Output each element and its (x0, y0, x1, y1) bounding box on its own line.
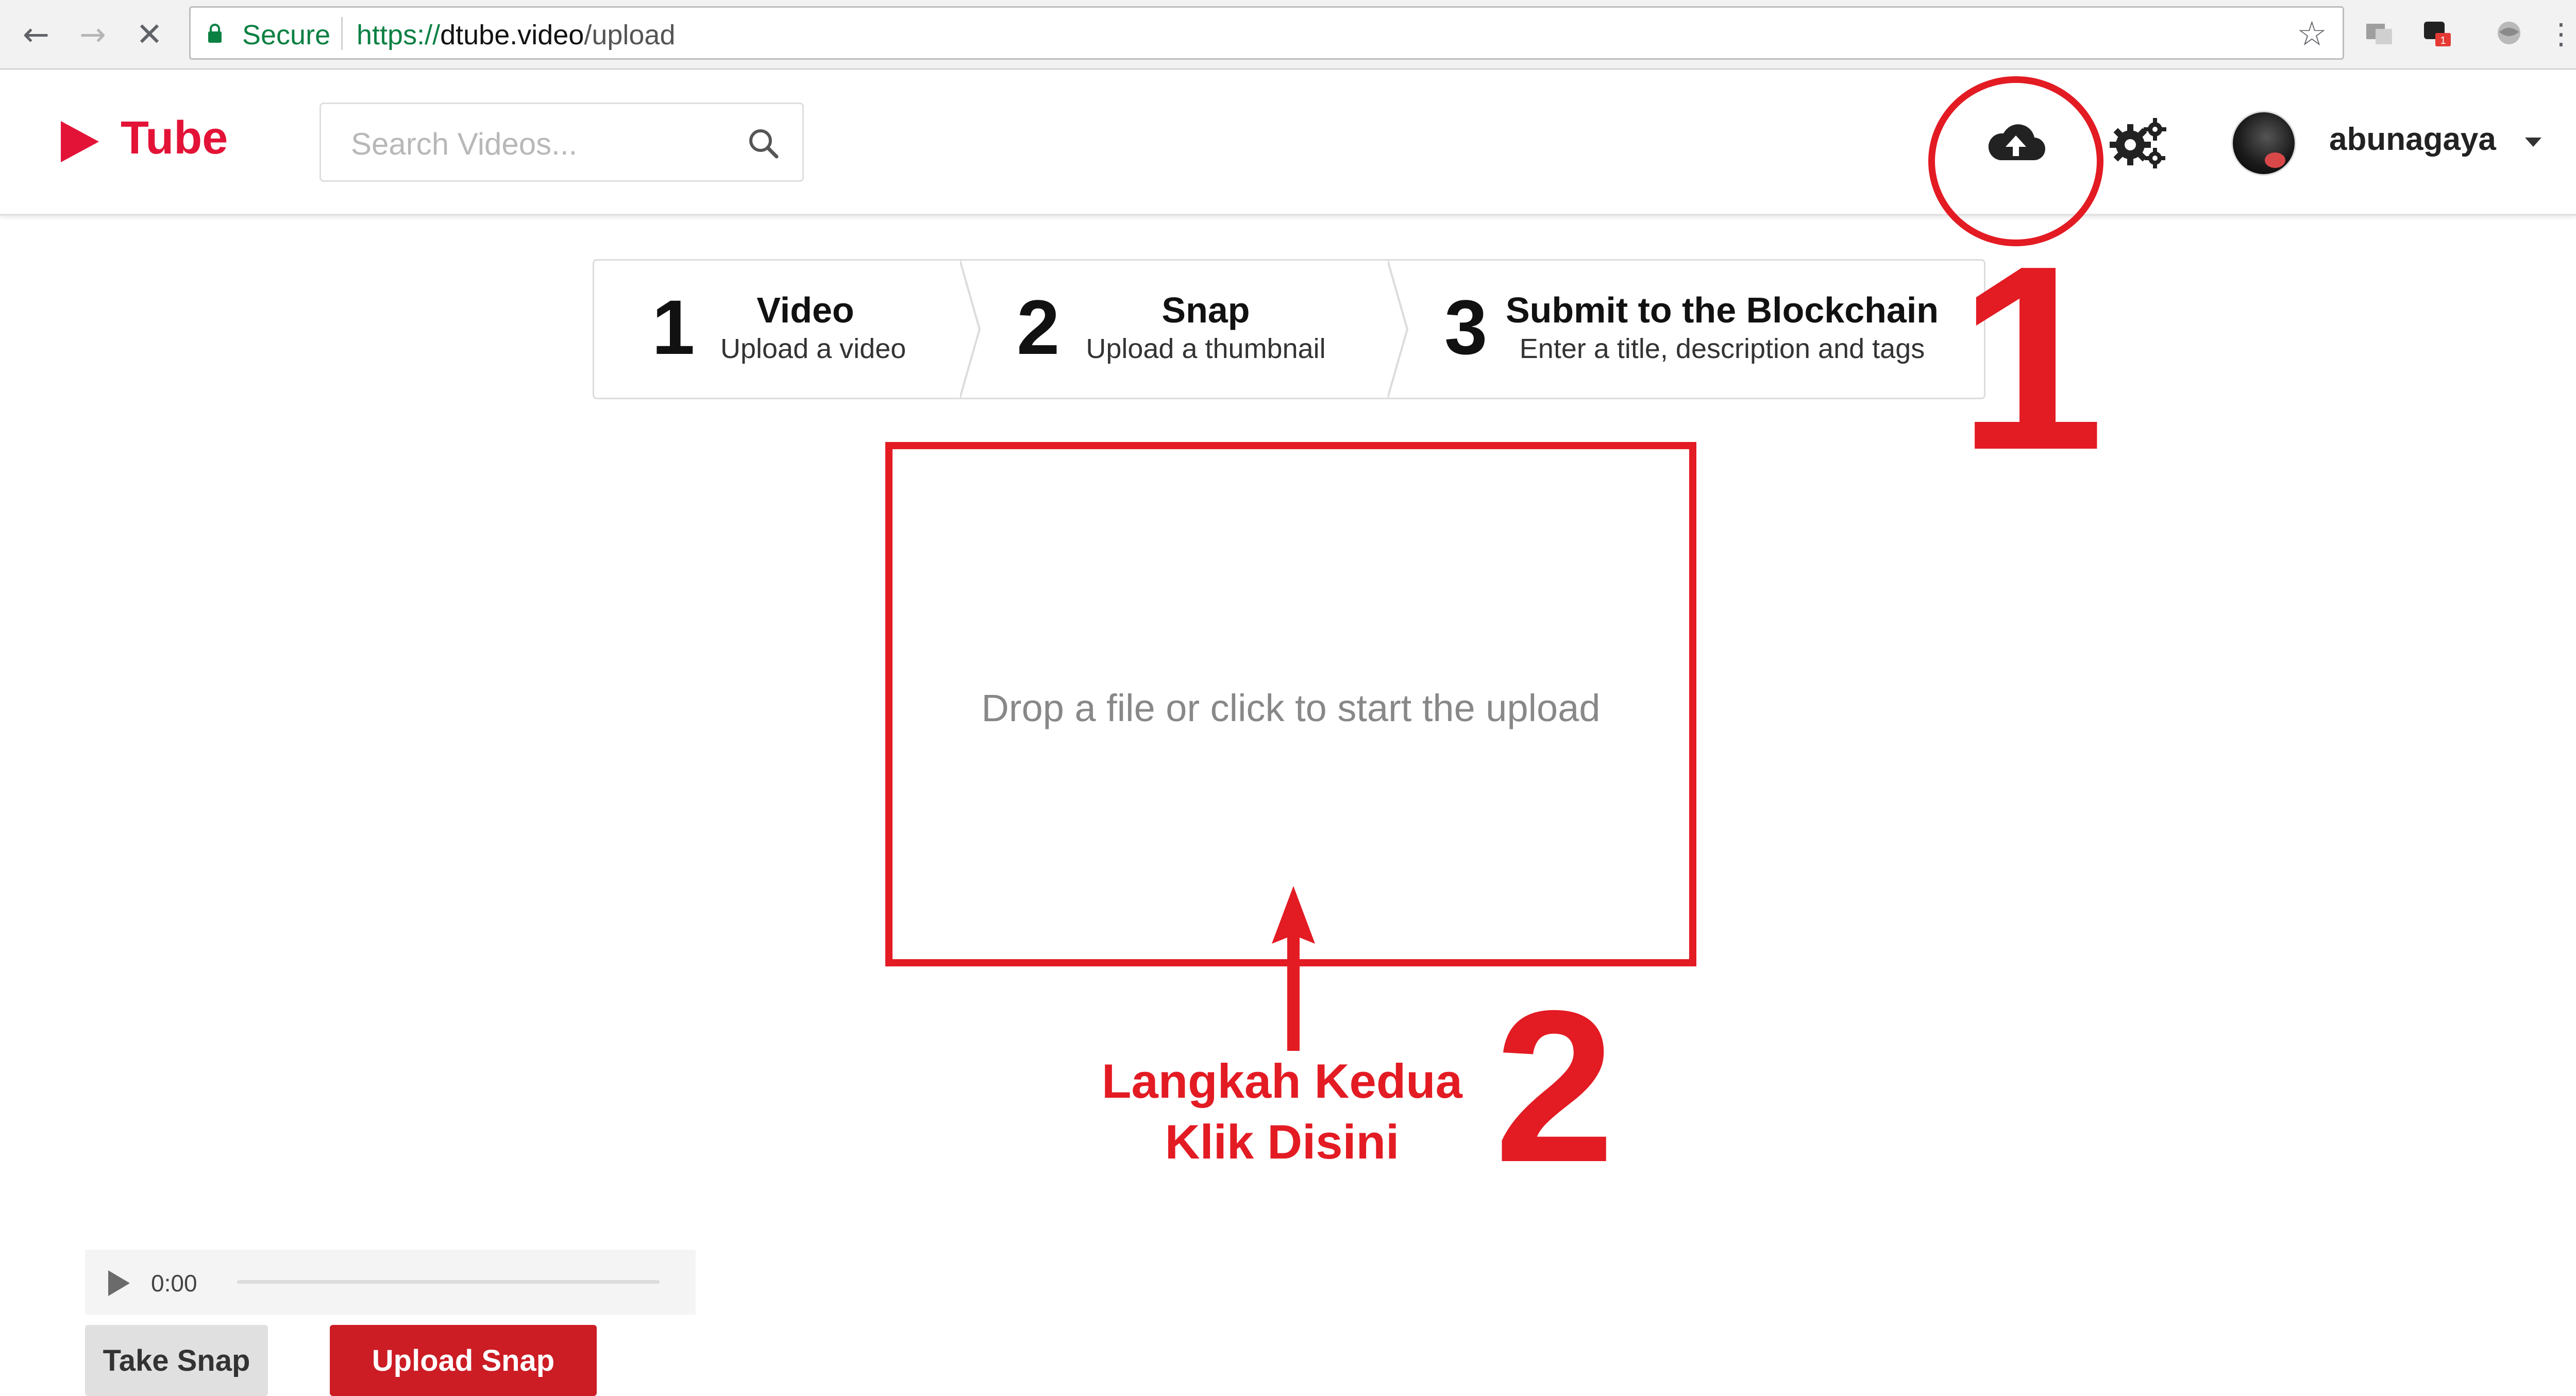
play-icon[interactable] (108, 1270, 130, 1296)
step-description: Upload a thumbnail (1086, 333, 1326, 364)
annotation-note-line1: Langkah Kedua (1102, 1054, 1462, 1108)
url-scheme: https:// (357, 20, 441, 50)
url-host: dtube.video (440, 20, 584, 50)
step-number: 3 (1444, 284, 1488, 370)
search-box[interactable] (319, 103, 804, 182)
username[interactable]: abunagaya (2329, 121, 2496, 158)
caret-down-icon[interactable] (2525, 138, 2541, 147)
snap-audio-player: 0:00 (85, 1250, 696, 1315)
upload-steps: 1 Video Upload a video 2 Snap Upload a t… (593, 259, 1985, 399)
step-title: Video (756, 290, 854, 330)
take-snap-button[interactable]: Take Snap (85, 1325, 268, 1396)
address-bar[interactable]: Secure https://dtube.video/upload ☆ (189, 6, 2344, 60)
step-submit: 3 Submit to the Blockchain Enter a title… (1389, 261, 1981, 398)
step-title: Snap (1161, 290, 1250, 330)
step-description: Enter a title, description and tags (1519, 333, 1925, 364)
upload-snap-button[interactable]: Upload Snap (330, 1325, 597, 1396)
logo-text[interactable]: Tube (121, 112, 228, 165)
player-progress-track[interactable] (237, 1280, 660, 1284)
app-header: Tube abunagaya (0, 70, 2576, 216)
search-input[interactable] (350, 123, 713, 165)
extension-globe-icon[interactable] (2494, 19, 2524, 47)
annotation-number-one: 1 (1958, 211, 2104, 505)
back-arrow-icon[interactable]: ← (15, 13, 57, 55)
extension-notification-icon[interactable]: 1 (2422, 19, 2452, 47)
step-description: Upload a video (720, 333, 906, 364)
annotation-note: Langkah Kedua Klik Disini (1086, 1051, 1478, 1172)
extension-translate-icon[interactable] (2364, 19, 2394, 47)
url-path: /upload (584, 20, 676, 50)
logo-play-icon[interactable] (61, 121, 99, 162)
secure-label: Secure (242, 20, 331, 50)
browser-toolbar: ← → ✕ Secure https://dtube.video/upload … (0, 0, 2576, 70)
avatar[interactable] (2231, 111, 2296, 176)
avatar-accent (2265, 152, 2285, 168)
browser-menu-icon[interactable]: ⋮ (2547, 13, 2575, 55)
step-video: 1 Video Upload a video (594, 261, 960, 398)
step-number: 1 (652, 284, 695, 370)
extension-badge-count: 1 (2440, 35, 2446, 46)
dropzone-text: Drop a file or click to start the upload (981, 687, 1601, 729)
bookmark-star-icon[interactable]: ☆ (2297, 14, 2327, 54)
forward-arrow-icon[interactable]: → (72, 13, 113, 55)
annotation-number-two: 2 (1494, 966, 1615, 1207)
step-title: Submit to the Blockchain (1505, 290, 1939, 330)
address-separator (341, 17, 343, 50)
lock-icon (208, 24, 222, 43)
url-text: https://dtube.video/upload (357, 19, 676, 51)
annotation-arrow-icon (1272, 886, 1315, 1051)
step-snap: 2 Snap Upload a thumbnail (961, 261, 1389, 398)
player-time: 0:00 (151, 1270, 197, 1297)
search-icon[interactable] (746, 126, 782, 162)
step-number: 2 (1017, 284, 1060, 370)
stop-loading-icon[interactable]: ✕ (129, 13, 170, 55)
settings-gears-icon[interactable] (2108, 115, 2169, 172)
annotation-note-line2: Klik Disini (1165, 1114, 1400, 1169)
